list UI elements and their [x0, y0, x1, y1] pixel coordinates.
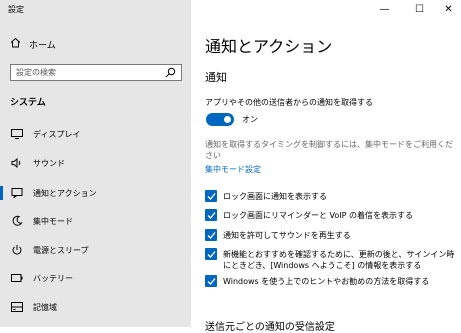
home-nav-item[interactable]: ホーム — [10, 37, 56, 51]
minimize-button[interactable]: — — [367, 0, 402, 18]
checkmark-icon — [207, 250, 216, 258]
focus-assist-settings-link[interactable]: 集中モード設定 — [205, 164, 261, 175]
sidebar-item-display[interactable]: ディスプレイ — [0, 121, 191, 147]
checkbox-label: Windows を使う上でのヒントやお勧めの方法を取得する — [223, 277, 430, 286]
sidebar-item-label: 電源とスリープ — [33, 245, 89, 255]
checkmark-icon — [207, 211, 216, 219]
toggle-state-label: オン — [242, 115, 258, 124]
checkbox[interactable] — [205, 229, 217, 241]
page-title: 通知とアクション — [205, 37, 333, 56]
sidebar-item-sound[interactable]: サウンド — [0, 150, 191, 176]
sidebar-item-power[interactable]: 電源とスリープ — [0, 237, 191, 263]
checkbox-label: 通知を許可してサウンドを再生する — [223, 231, 351, 240]
checkbox[interactable] — [205, 248, 217, 260]
toggle-knob — [224, 116, 231, 123]
checkbox-row-notification-sounds[interactable]: 通知を許可してサウンドを再生する — [205, 229, 455, 241]
sidebar-item-label: サウンド — [33, 158, 65, 168]
home-label: ホーム — [29, 40, 56, 51]
search-icon[interactable] — [165, 67, 176, 80]
checkbox[interactable] — [205, 209, 217, 221]
section-title: 通知 — [205, 71, 227, 84]
sidebar-item-label: ディスプレイ — [33, 129, 81, 139]
focus-assist-description: 通知を取得するタイミングを制御するには、集中モードをご利用ください — [205, 140, 453, 160]
sidebar-item-battery[interactable]: バッテリー — [0, 265, 191, 291]
per-sender-section-title: 送信元ごとの通知の受信設定 — [205, 322, 335, 333]
focus-assist-icon — [10, 215, 24, 227]
notifications-toggle-label: アプリやその他の送信者からの通知を取得する — [205, 98, 373, 107]
notifications-toggle[interactable] — [206, 113, 234, 126]
window-title: 設定 — [8, 5, 24, 14]
checkbox[interactable] — [205, 275, 217, 287]
close-button[interactable]: ✕ — [431, 0, 461, 18]
notifications-icon — [10, 188, 24, 198]
display-icon — [10, 129, 24, 139]
search-placeholder: 設定の検索 — [16, 68, 56, 77]
sidebar-item-storage[interactable]: 記憶域 — [0, 294, 191, 320]
checkbox-label: ロック画面にリマインダーと VoIP の着信を表示する — [223, 211, 414, 220]
checkmark-icon — [207, 231, 216, 239]
sidebar-item-focus-assist[interactable]: 集中モード — [0, 208, 191, 234]
sidebar-item-label: バッテリー — [33, 273, 73, 283]
checkbox-row-tips[interactable]: Windows を使う上でのヒントやお勧めの方法を取得する — [205, 275, 455, 287]
checkbox-label: 新機能とおすすめを確認するために、更新の後と、サインイン時にときどき、[Wind… — [223, 250, 455, 270]
power-icon — [10, 244, 24, 256]
checkbox-label: ロック画面に通知を表示する — [223, 192, 327, 201]
sidebar-item-label: 集中モード — [33, 216, 73, 226]
home-icon — [10, 37, 21, 51]
battery-icon — [10, 274, 24, 282]
checkbox-row-lock-screen-reminders[interactable]: ロック画面にリマインダーと VoIP の着信を表示する — [205, 209, 455, 221]
sidebar-item-label: 記憶域 — [33, 302, 57, 312]
storage-icon — [10, 302, 24, 312]
main-content: — ☐ ✕ 通知とアクション 通知 アプリやその他の送信者からの通知を取得する … — [191, 0, 461, 333]
checkmark-icon — [207, 192, 216, 200]
sidebar-item-notifications[interactable]: 通知とアクション — [0, 180, 191, 206]
sidebar-item-label: 通知とアクション — [33, 188, 97, 198]
checkbox[interactable] — [205, 190, 217, 202]
sound-icon — [10, 158, 24, 168]
sidebar: 設定 ホーム 設定の検索 システム ディスプレイ サウンド 通知とアクション 集… — [0, 0, 191, 327]
checkbox-row-lock-screen-notifications[interactable]: ロック画面に通知を表示する — [205, 190, 455, 202]
search-input[interactable]: 設定の検索 — [10, 64, 182, 81]
checkbox-row-welcome-experience[interactable]: 新機能とおすすめを確認するために、更新の後と、サインイン時にときどき、[Wind… — [205, 248, 455, 271]
checkmark-icon — [207, 277, 216, 285]
system-section-label: システム — [10, 98, 46, 108]
